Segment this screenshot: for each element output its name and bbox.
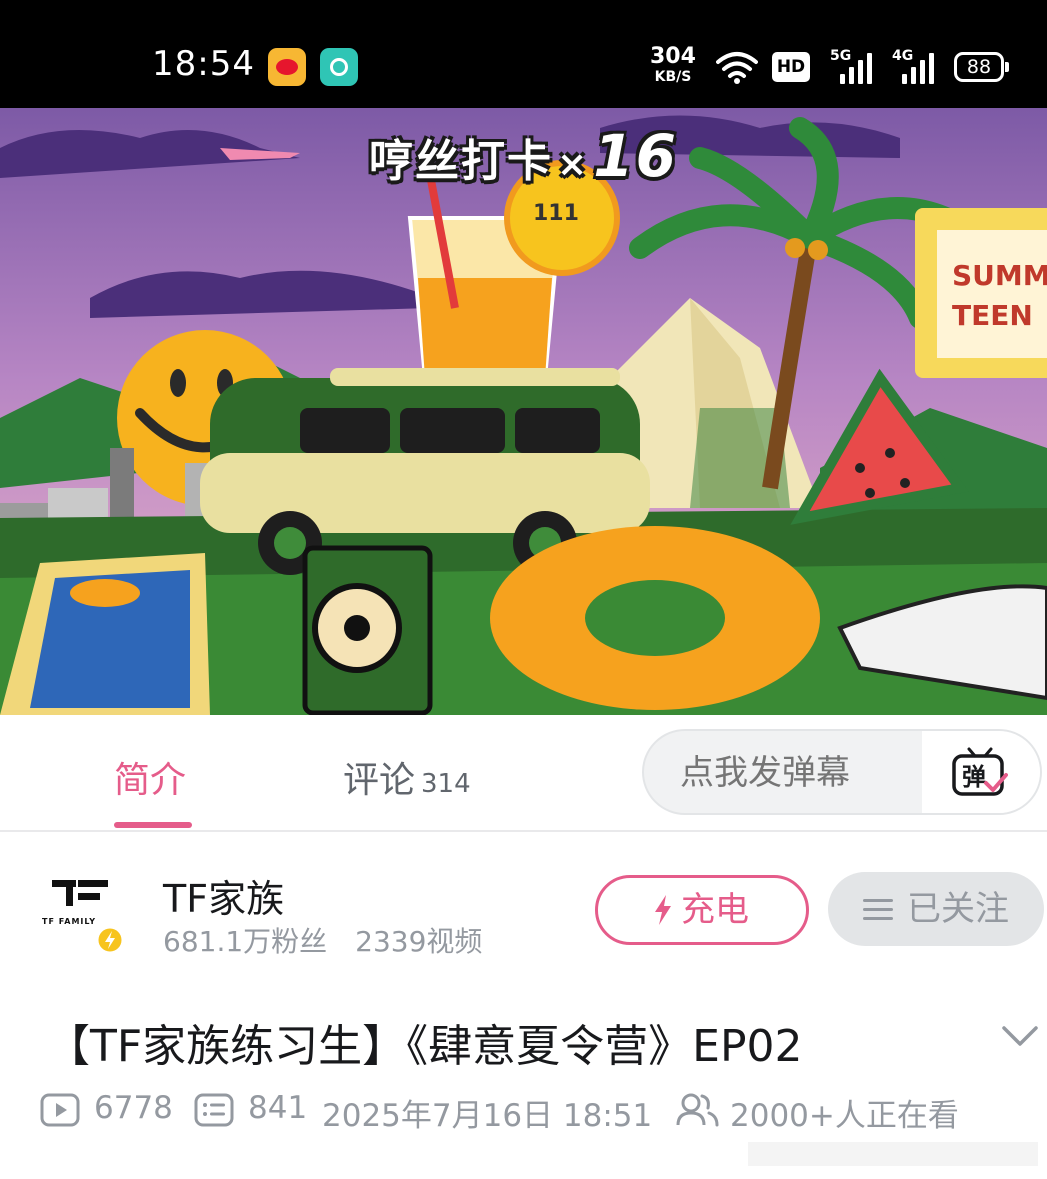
watching-count: 2000+人正在看 xyxy=(730,1098,959,1134)
tab-bar: 简介 评论314 弹 xyxy=(0,715,1047,832)
clock: 18:54 xyxy=(152,44,255,84)
signal-4g-icon xyxy=(894,52,936,84)
video-frame xyxy=(0,108,1047,715)
avatar-logo-text: TF FAMILY xyxy=(42,917,96,926)
watching-people-icon xyxy=(676,1093,719,1127)
danmaku-count: 841 xyxy=(248,1090,308,1126)
active-tab-indicator xyxy=(114,822,192,828)
charge-label: 充电 xyxy=(681,890,749,930)
charge-button[interactable]: 充电 xyxy=(595,875,809,945)
lightning-icon xyxy=(655,895,671,925)
signal-5g-icon xyxy=(832,52,874,84)
video-player[interactable]: 哼丝打卡×16 111 SUMME TEEN xyxy=(0,108,1047,715)
fans-count: 681.1万粉丝 xyxy=(163,925,328,958)
weibo-notification-icon xyxy=(268,48,306,86)
status-bar: 18:54 304 KB/S HD 5G 4G 88 xyxy=(0,0,1047,108)
publish-date: 2025年7月16日 18:51 xyxy=(322,1098,653,1134)
uploader-avatar[interactable]: TF FAMILY xyxy=(42,872,124,954)
follow-label: 已关注 xyxy=(907,889,1009,929)
uploader-name[interactable]: TF家族 xyxy=(163,868,284,923)
tab-intro[interactable]: 简介 xyxy=(114,751,186,803)
hd-voice-icon: HD xyxy=(772,52,810,82)
danmaku-icon-glyph: 弹 xyxy=(962,763,986,791)
summer-sign: SUMME TEEN xyxy=(952,259,1047,332)
video-count: 2339视频 xyxy=(355,925,483,958)
danmaku-count-icon xyxy=(194,1093,234,1127)
danmaku-icon: 弹 xyxy=(952,747,1008,796)
video-title: 【TF家族练习生】《肆意夏令营》EP02 xyxy=(46,1021,803,1072)
blurred-overlay xyxy=(748,1142,1038,1166)
play-count: 6778 xyxy=(94,1090,173,1126)
follow-button[interactable]: 已关注 xyxy=(828,872,1044,946)
uploader-stats: 681.1万粉丝 2339视频 xyxy=(163,920,482,960)
danmaku-toggle-button[interactable]: 弹 xyxy=(922,731,1040,813)
chevron-down-icon[interactable] xyxy=(1000,1022,1040,1052)
battery-icon: 88 xyxy=(954,52,1009,82)
play-count-icon xyxy=(40,1093,80,1127)
danmaku-input-box[interactable]: 弹 xyxy=(642,729,1042,815)
menu-icon xyxy=(863,899,893,920)
tab-comments[interactable]: 评论 314 xyxy=(343,751,471,803)
danmaku-checkin-banner: 哼丝打卡 ×16 xyxy=(369,122,678,190)
wifi-icon xyxy=(716,52,758,84)
network-speed: 304 KB/S xyxy=(650,44,696,85)
lemon-text: 111 xyxy=(533,201,579,226)
tab-comments-label: 评论 xyxy=(343,760,416,801)
music-notification-icon xyxy=(320,48,358,86)
comment-count: 314 xyxy=(421,769,471,799)
danmaku-input[interactable] xyxy=(680,753,920,793)
